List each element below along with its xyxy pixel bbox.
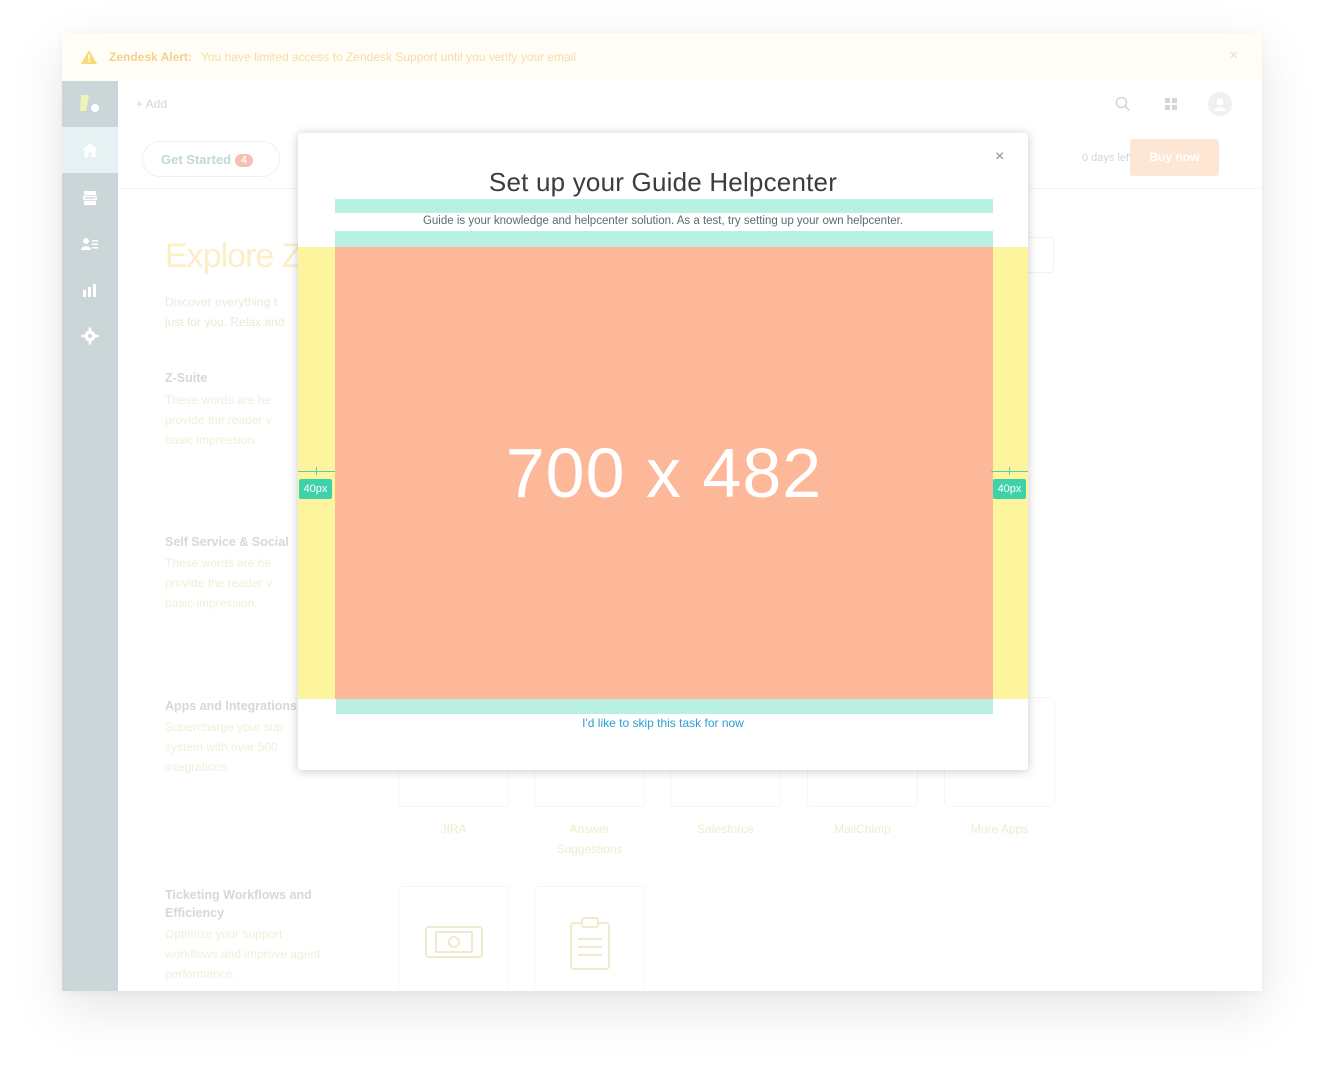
alert-title: Zendesk Alert: (109, 50, 192, 64)
setup-guide-modal: × Set up your Guide Helpcenter Guide is … (298, 133, 1028, 770)
modal-title: Set up your Guide Helpcenter (488, 167, 838, 197)
app-label-salesforce: Salesforce (697, 822, 754, 836)
get-started-count-badge: 4 (235, 154, 253, 167)
sidebar (62, 81, 118, 991)
spacing-guide-band (336, 699, 993, 714)
user-icon (1213, 98, 1227, 111)
alert-close-icon[interactable]: × (1229, 47, 1238, 64)
section-desc-ticketing: Optimize your support workflows and impr… (165, 924, 365, 984)
app-card-ticketing-2[interactable] (534, 886, 645, 991)
alert-message: You have limited access to Zendesk Suppo… (201, 50, 577, 64)
sidebar-item-reporting[interactable] (62, 267, 118, 313)
views-icon (83, 191, 97, 205)
ticket-icon (425, 926, 483, 958)
alert-bar: Zendesk Alert: You have limited access t… (62, 33, 1262, 81)
spacing-guide-band (335, 199, 993, 213)
right-padding-badge: 40px (993, 479, 1026, 499)
left-dimension-tick (316, 467, 317, 475)
section-title-line: Ticketing Workflows and (165, 888, 312, 902)
reporting-icon (83, 284, 96, 297)
modal-subtitle: Guide is your knowledge and helpcenter s… (422, 215, 904, 227)
explore-title: Explore Ze (165, 237, 320, 275)
app-label-mailchimp: MailChimp (834, 822, 891, 836)
customers-icon (81, 238, 98, 250)
right-dimension-tick (1009, 467, 1010, 475)
sidebar-item-admin[interactable] (62, 313, 118, 359)
section-desc-line: workflows and improve agent (165, 947, 321, 961)
app-card-ticketing-1[interactable] (398, 886, 509, 991)
section-desc-line: performance. (165, 967, 236, 981)
app-label-jira: JIRA (440, 822, 467, 836)
section-title-line: Efficiency (165, 906, 225, 920)
admin-gear-icon (81, 327, 99, 345)
sidebar-item-customers[interactable] (62, 221, 118, 267)
app-label-line: Answer (569, 822, 610, 836)
sidebar-item-home[interactable] (62, 127, 118, 173)
home-icon (82, 143, 98, 157)
skip-task-link[interactable]: I'd like to skip this task for now (298, 716, 1028, 730)
app-label-more-apps: More Apps (970, 822, 1029, 836)
search-icon[interactable] (1114, 95, 1132, 113)
section-title-ticketing: Ticketing Workflows and Efficiency (165, 886, 345, 922)
get-started-button[interactable]: Get Started 4 (142, 141, 280, 177)
sidebar-item-views[interactable] (62, 175, 118, 221)
zendesk-logo-icon (80, 95, 99, 112)
add-button[interactable]: + Add (136, 97, 167, 111)
warning-icon (81, 50, 97, 64)
spacing-guide-band (335, 231, 993, 247)
modal-close-icon[interactable]: × (995, 148, 1004, 166)
section-desc-line: Optimize your support (165, 927, 283, 941)
app-label-answer-suggestions: Answer Suggestions (534, 819, 645, 859)
right-padding-guide (993, 247, 1028, 699)
left-padding-badge: 40px (299, 479, 332, 499)
avatar[interactable] (1208, 92, 1232, 116)
image-placeholder: 700 x 482 (335, 247, 993, 699)
get-started-label: Get Started (161, 152, 232, 167)
product-tray-icon[interactable] (1162, 95, 1180, 113)
buy-now-button[interactable]: Buy now (1130, 139, 1219, 176)
app-label-line: Suggestions (556, 842, 623, 856)
top-header: + Add (118, 81, 1262, 127)
clipboard-icon (570, 917, 610, 970)
